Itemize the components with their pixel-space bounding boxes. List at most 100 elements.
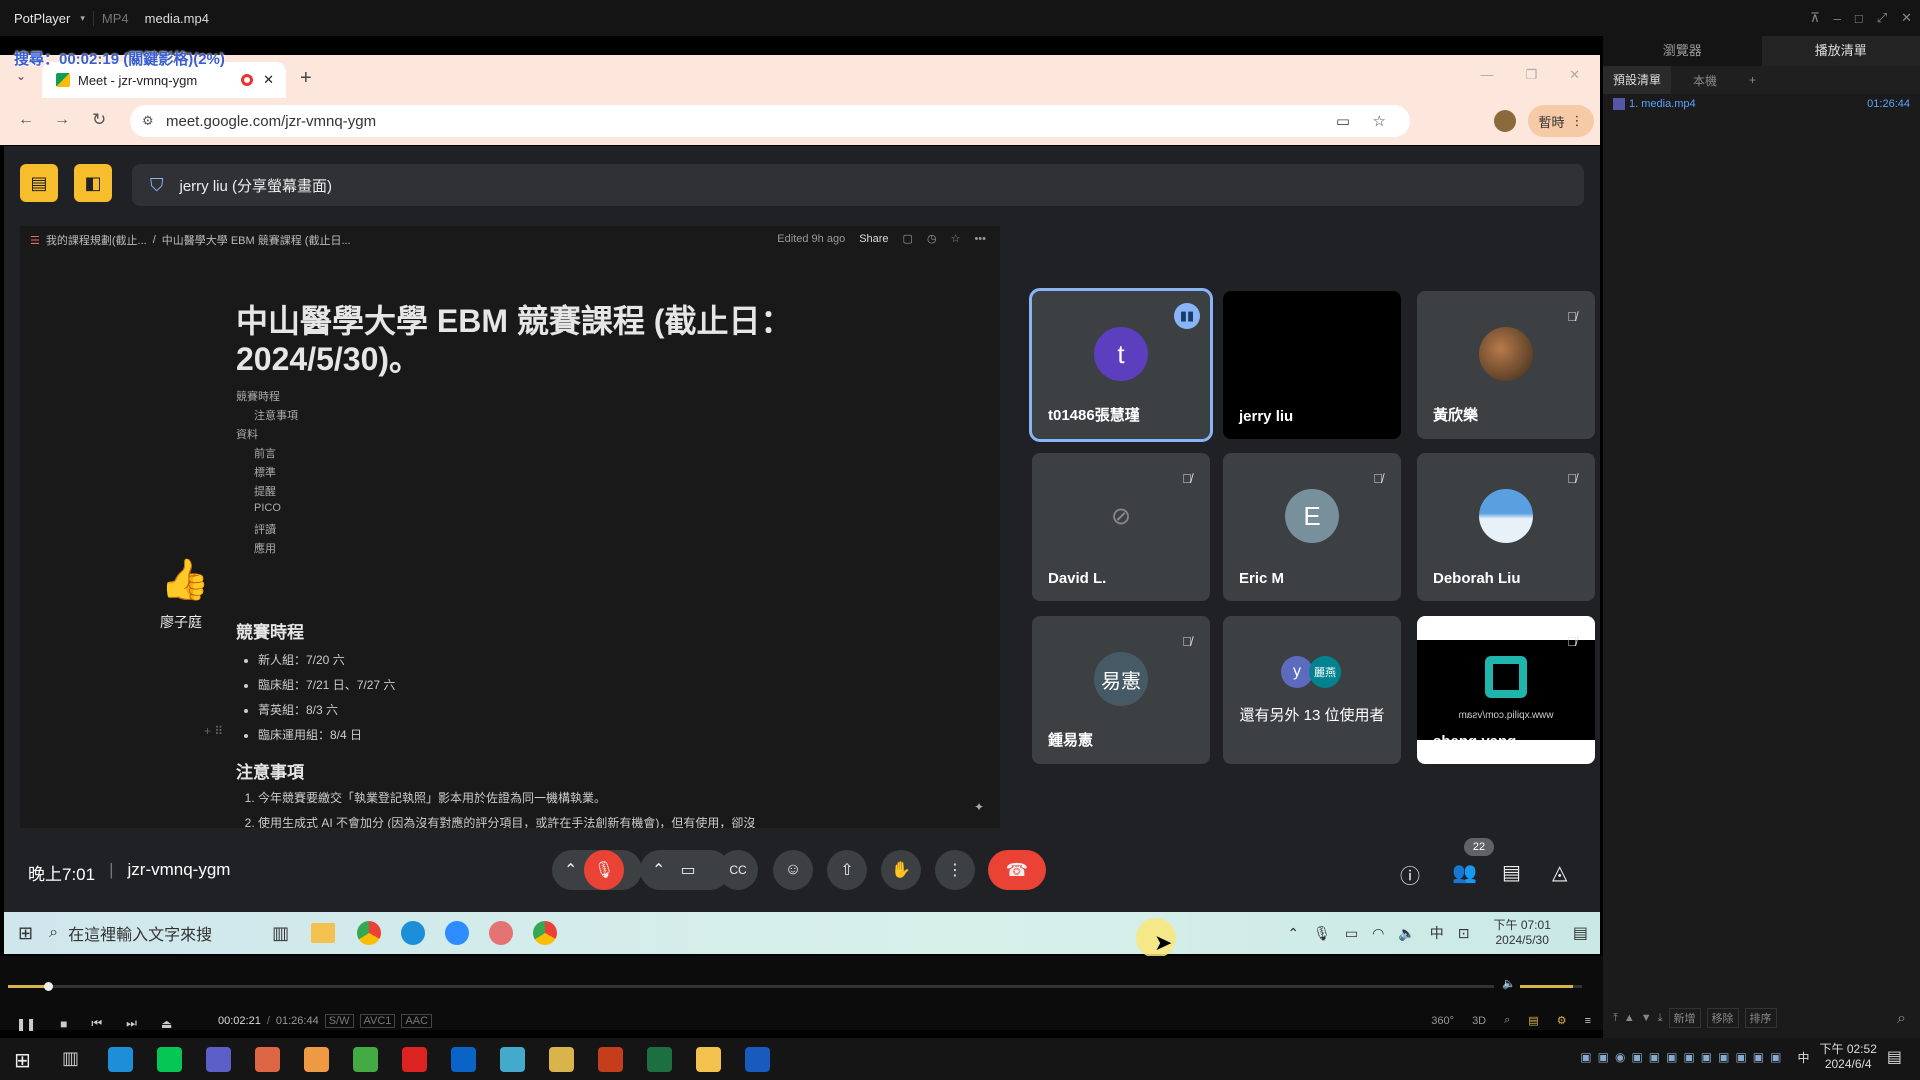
participant-tile[interactable]: www.xpiliq.com/vsam sheng yang 🎙̸ xyxy=(1417,616,1595,764)
chat-icon[interactable]: ▤ xyxy=(1502,860,1521,885)
drag-handle-icon[interactable]: + ⠿ xyxy=(204,724,223,738)
potplayer-icon[interactable] xyxy=(549,1047,574,1072)
chrome-icon[interactable] xyxy=(357,921,382,945)
taskbar-clock[interactable]: 下午 02:52 2024/6/4 xyxy=(1820,1042,1877,1072)
share-button[interactable]: Share xyxy=(859,233,888,245)
wifi-icon[interactable]: ◠ xyxy=(1372,925,1384,942)
battery-icon[interactable]: ▭ xyxy=(1345,925,1358,942)
activities-icon[interactable]: ◬ xyxy=(1552,860,1567,885)
stop-presenting-icon[interactable]: ▤ xyxy=(20,164,58,202)
app-icon[interactable] xyxy=(489,921,514,945)
potplayer-menu[interactable]: PotPlayer xyxy=(0,11,80,26)
eject-icon[interactable]: ⏏ xyxy=(161,1017,172,1031)
reload-icon[interactable]: ↻ xyxy=(92,110,106,130)
powerpoint-icon[interactable] xyxy=(598,1047,623,1072)
toc-item[interactable]: 前言 xyxy=(236,445,298,464)
line-icon[interactable] xyxy=(157,1047,182,1072)
tray-icons[interactable]: ▣▣◉▣▣▣▣▣▣▣▣▣ xyxy=(1580,1050,1787,1064)
toc-item[interactable]: PICO xyxy=(236,502,298,521)
leave-call-icon[interactable]: ☎ xyxy=(988,850,1046,890)
emoji-icon[interactable]: ☺ xyxy=(773,850,813,890)
participant-tile[interactable]: E Eric M 🎙̸ xyxy=(1223,453,1401,601)
taskbar-clock[interactable]: 下午 07:01 2024/5/30 xyxy=(1494,918,1551,948)
tab-local[interactable]: 本機 xyxy=(1671,72,1739,89)
search-icon[interactable]: ⌕ xyxy=(1504,1014,1510,1027)
profile-avatar[interactable] xyxy=(1494,110,1516,132)
file-explorer-icon[interactable] xyxy=(696,1047,721,1072)
back-icon[interactable]: ← xyxy=(18,111,34,129)
raise-hand-icon[interactable]: ✋ xyxy=(881,850,921,890)
app-icon[interactable] xyxy=(255,1047,280,1072)
participant-tile[interactable]: ⊘ David L. 🎙̸ xyxy=(1032,453,1210,601)
sparkle-icon[interactable]: ✦ xyxy=(974,800,984,814)
participant-tile[interactable]: Deborah Liu 🎙̸ xyxy=(1417,453,1595,601)
pause-icon[interactable]: ❚❚ xyxy=(16,1017,36,1031)
file-explorer-icon[interactable] xyxy=(311,923,336,943)
history-icon[interactable]: ◷ xyxy=(927,232,937,245)
mic-icon[interactable]: 🎙 xyxy=(1313,925,1331,942)
present-screen-icon[interactable]: ⇧ xyxy=(827,850,867,890)
add-tab-button[interactable]: + xyxy=(1739,73,1766,87)
add-button[interactable]: 新增 xyxy=(1668,1008,1701,1028)
app-icon[interactable] xyxy=(500,1047,525,1072)
search-icon[interactable]: ⌕ xyxy=(49,924,58,942)
camera-icon[interactable]: ▭ xyxy=(1336,112,1350,130)
paused-button[interactable]: 暫時 ⋮ xyxy=(1528,105,1594,137)
forward-icon[interactable]: → xyxy=(54,111,70,129)
people-icon[interactable]: 👥 xyxy=(1452,860,1477,885)
search-icon[interactable]: ⌕ xyxy=(1897,1010,1906,1028)
chevron-up-icon[interactable]: ⌃ xyxy=(1287,925,1299,942)
layout-icon[interactable]: ◧ xyxy=(74,164,112,202)
move-top-icon[interactable]: ⤒ xyxy=(1613,1012,1618,1025)
toc-item[interactable]: 應用 xyxy=(236,540,298,559)
toc-item[interactable]: 注意事項 xyxy=(236,407,298,426)
restore-icon[interactable]: ❐ xyxy=(1525,67,1537,83)
menu-icon[interactable]: ≡ xyxy=(1585,1015,1591,1027)
chrome-icon[interactable] xyxy=(304,1047,329,1072)
edge-icon[interactable] xyxy=(108,1047,133,1072)
address-bar[interactable]: ⚙ meet.google.com/jzr-vmnq-ygm ▭ ☆ xyxy=(130,105,1410,137)
next-icon[interactable]: ⏭ xyxy=(126,1016,137,1031)
comment-icon[interactable]: ▢ xyxy=(903,232,913,245)
breadcrumb[interactable]: 中山醫學大學 EBM 競賽課程 (截止日... xyxy=(162,232,351,248)
stop-icon[interactable]: ■ xyxy=(60,1017,67,1031)
captions-icon[interactable]: CC xyxy=(718,850,758,890)
participant-tile[interactable]: jerry liu xyxy=(1223,291,1401,439)
info-icon[interactable]: ⓘ xyxy=(1400,860,1420,889)
toc-item[interactable]: 競賽時程 xyxy=(236,388,298,407)
edge-icon[interactable] xyxy=(401,921,426,945)
seek-bar[interactable] xyxy=(8,985,1494,988)
more-options-icon[interactable]: ⋮ xyxy=(935,850,975,890)
close-icon[interactable]: ✕ xyxy=(1569,67,1580,83)
outlook-icon[interactable] xyxy=(451,1047,476,1072)
mic-off-icon[interactable]: 🎙 xyxy=(584,850,624,890)
3d-button[interactable]: 3D xyxy=(1472,1015,1486,1027)
minimize-icon[interactable]: – xyxy=(1834,11,1841,26)
toc-item[interactable]: 資料 xyxy=(236,426,298,445)
taskbar-search[interactable]: 在這裡輸入文字來搜 xyxy=(68,921,248,945)
teams-icon[interactable] xyxy=(206,1047,231,1072)
input-mode-icon[interactable]: ⊡ xyxy=(1458,925,1470,942)
tab-close-icon[interactable]: ✕ xyxy=(263,72,274,88)
audio-codec-label[interactable]: AAC xyxy=(401,1014,433,1028)
seek-handle[interactable] xyxy=(44,982,54,991)
more-icon[interactable]: ••• xyxy=(974,233,986,245)
excel-icon[interactable] xyxy=(647,1047,672,1072)
volume-icon[interactable]: 🔈 xyxy=(1398,925,1415,942)
chrome-icon[interactable] xyxy=(533,921,558,945)
zoom-icon[interactable] xyxy=(445,921,470,945)
bookmark-star-icon[interactable]: ☆ xyxy=(1373,112,1386,130)
camera-icon[interactable]: ▭ xyxy=(668,850,708,890)
vr-360-button[interactable]: 360° xyxy=(1431,1015,1454,1027)
fullscreen-icon[interactable]: ⤢ xyxy=(1877,10,1887,26)
participant-tile[interactable]: t t01486張慧瑾 ▮▮ xyxy=(1029,288,1213,442)
move-bottom-icon[interactable]: ⤓ xyxy=(1658,1012,1663,1025)
task-view-icon[interactable]: ▥ xyxy=(62,1048,79,1069)
star-icon[interactable]: ☆ xyxy=(951,232,961,245)
ime-indicator[interactable]: 中 xyxy=(1430,923,1444,943)
sort-button[interactable]: 排序 xyxy=(1744,1008,1777,1028)
windows-icon[interactable]: ⊞ xyxy=(18,923,33,944)
participant-tile[interactable]: 易憲 鍾易憲 🎙̸ xyxy=(1032,616,1210,764)
toc-item[interactable]: 提醒 xyxy=(236,483,298,502)
volume-bar[interactable] xyxy=(1520,985,1582,988)
